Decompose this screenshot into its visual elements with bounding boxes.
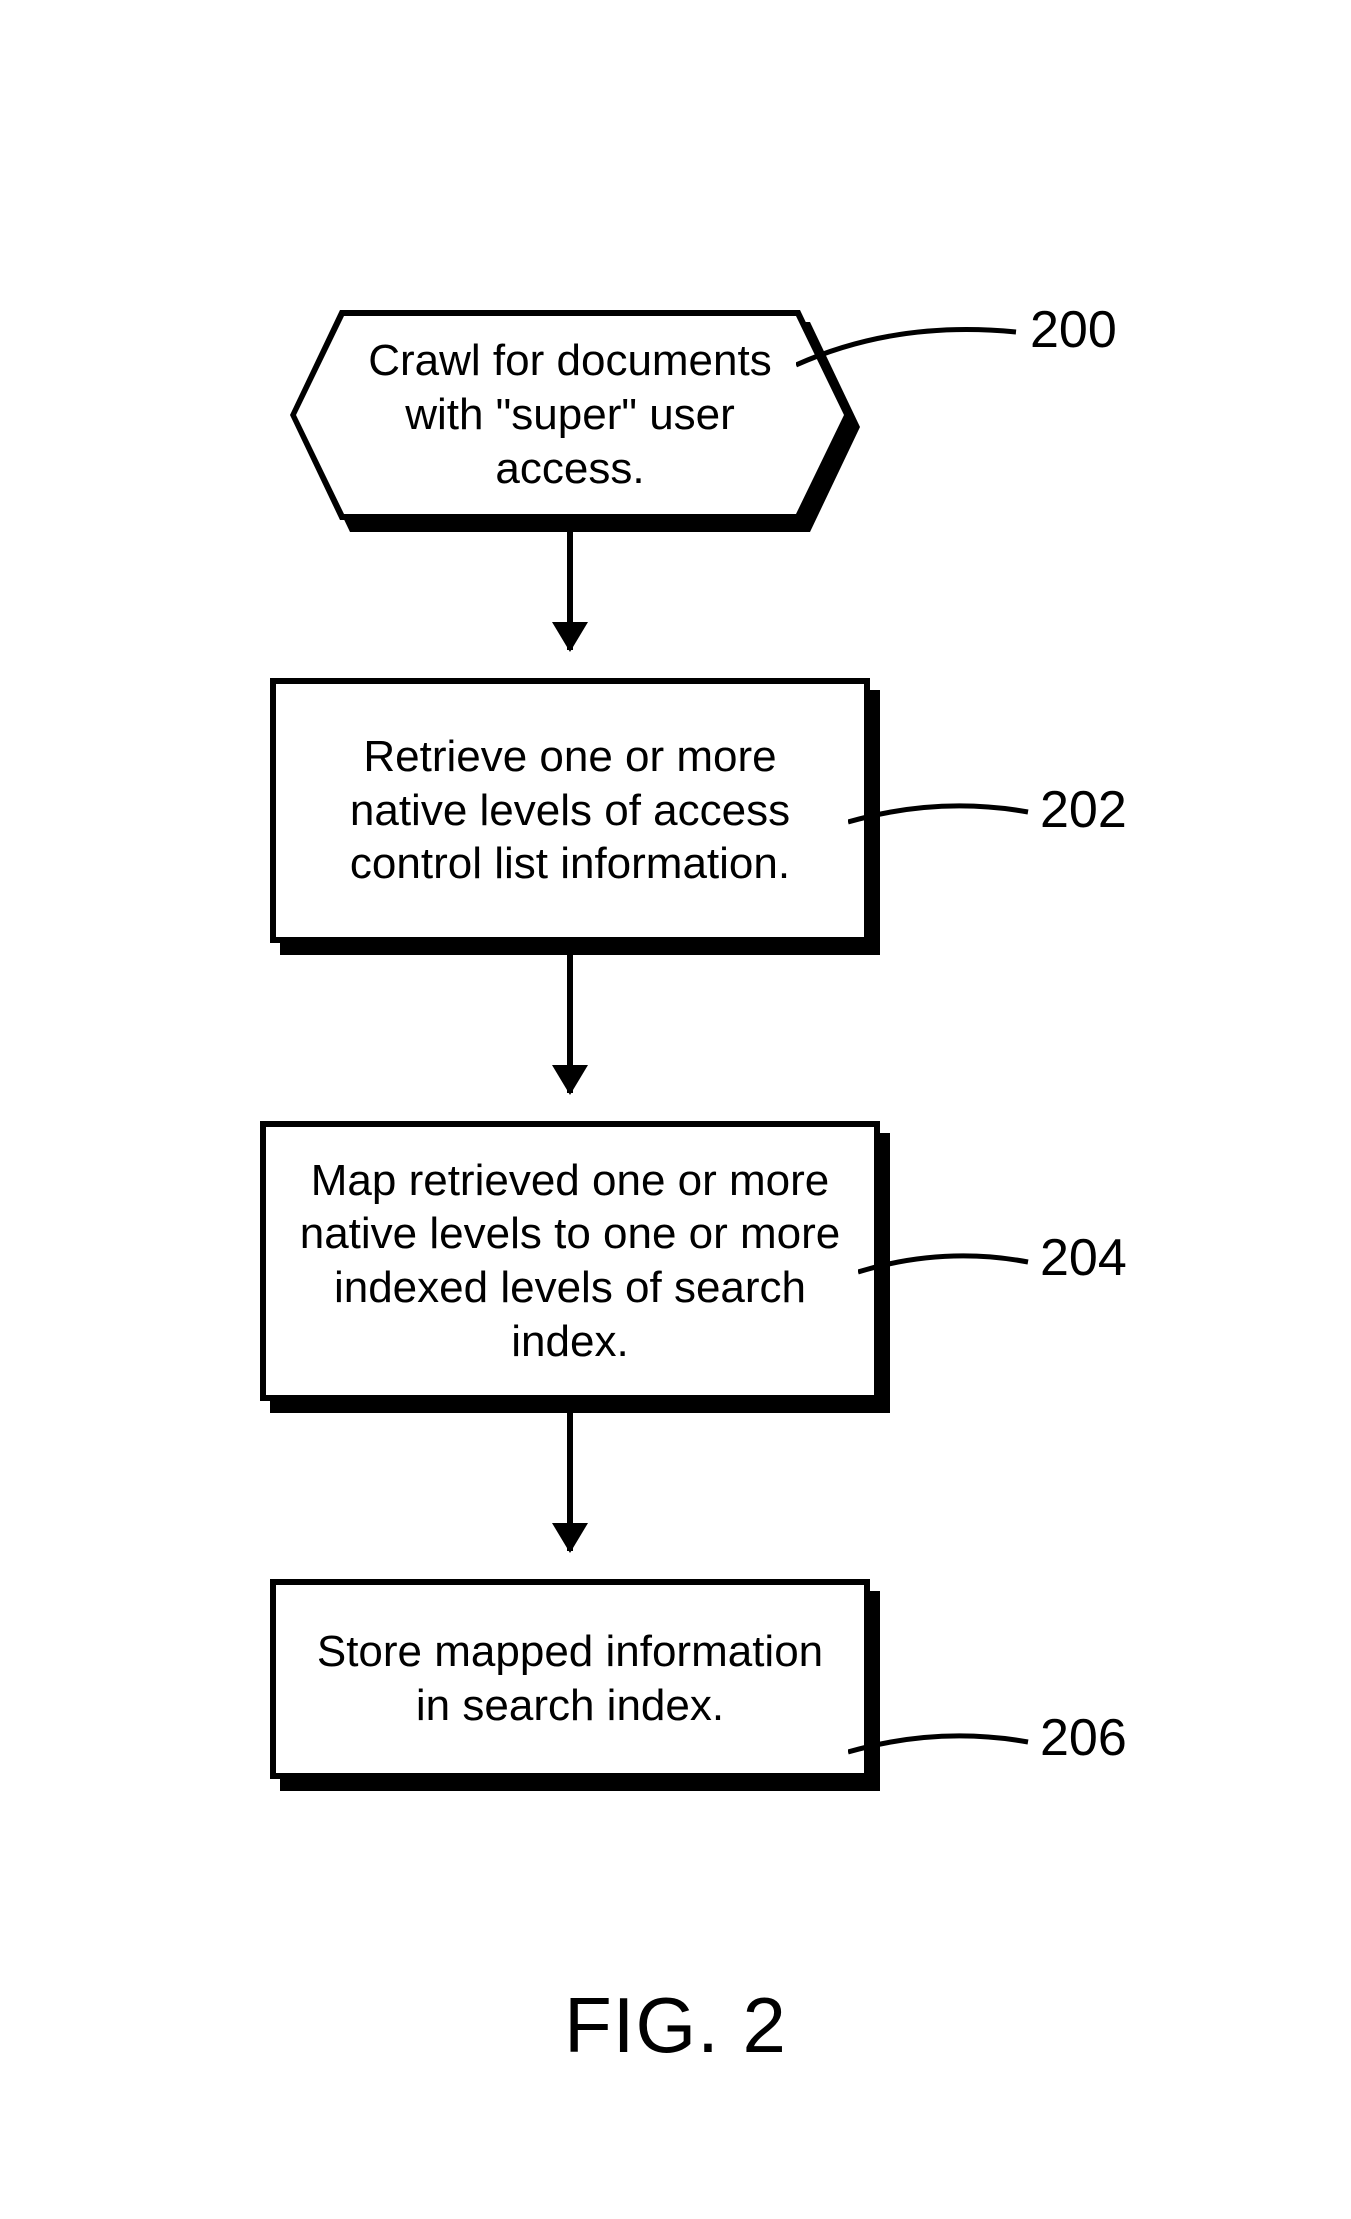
ref-leader-204 bbox=[858, 1240, 1068, 1300]
flow-node-store: Store mapped information in search index… bbox=[270, 1579, 870, 1779]
node-face: Map retrieved one or more native levels … bbox=[260, 1121, 880, 1401]
arrow-1 bbox=[567, 530, 573, 650]
node-text: Map retrieved one or more native levels … bbox=[296, 1154, 844, 1369]
ref-label-202: 202 bbox=[1040, 780, 1127, 840]
flow-node-map: Map retrieved one or more native levels … bbox=[260, 1121, 880, 1401]
flow-node-retrieve: Retrieve one or more native levels of ac… bbox=[270, 678, 870, 943]
node-text: Crawl for documents with "super" user ac… bbox=[351, 334, 789, 495]
arrow-3 bbox=[567, 1411, 573, 1551]
ref-label-206: 206 bbox=[1040, 1708, 1127, 1768]
node-text: Store mapped information in search index… bbox=[306, 1625, 834, 1732]
node-face: Store mapped information in search index… bbox=[270, 1579, 870, 1779]
ref-leader-200 bbox=[796, 310, 1056, 400]
flow-node-crawl: Crawl for documents with "super" user ac… bbox=[290, 310, 850, 520]
ref-label-204: 204 bbox=[1040, 1228, 1127, 1288]
node-face: Crawl for documents with "super" user ac… bbox=[296, 316, 844, 514]
ref-leader-202 bbox=[848, 790, 1068, 850]
flowchart-column: Crawl for documents with "super" user ac… bbox=[220, 310, 920, 1779]
node-text: Retrieve one or more native levels of ac… bbox=[306, 730, 834, 891]
figure-caption: FIG. 2 bbox=[0, 1980, 1351, 2071]
flowchart-figure: Crawl for documents with "super" user ac… bbox=[0, 0, 1351, 2219]
arrow-2 bbox=[567, 953, 573, 1093]
node-face: Retrieve one or more native levels of ac… bbox=[270, 678, 870, 943]
ref-leader-206 bbox=[848, 1720, 1068, 1780]
ref-label-200: 200 bbox=[1030, 300, 1117, 360]
